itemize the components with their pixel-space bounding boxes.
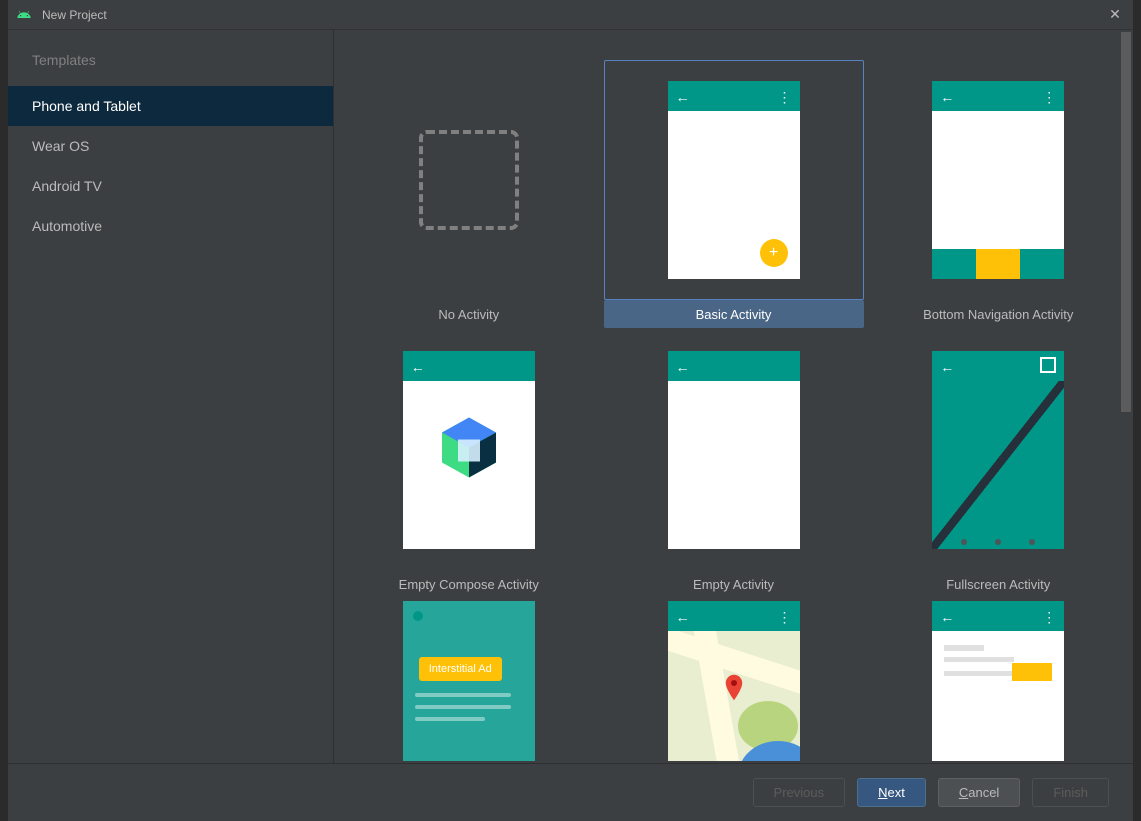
close-icon[interactable]: ✕ xyxy=(1105,6,1125,23)
footer: Previous Next Cancel Finish xyxy=(8,763,1133,821)
template-bottom-navigation-activity[interactable]: ← ⋮ Bottom Navigation Activity xyxy=(868,60,1128,330)
back-arrow-icon: ← xyxy=(940,609,954,625)
sidebar-item-label: Android TV xyxy=(32,178,102,194)
template-label: Bottom Navigation Activity xyxy=(868,300,1128,328)
template-interstitial-ad[interactable]: Interstitial Ad xyxy=(339,600,599,763)
titlebar: New Project ✕ xyxy=(8,0,1133,30)
cancel-button[interactable]: Cancel xyxy=(938,778,1020,807)
overflow-icon: ⋮ xyxy=(1042,89,1056,106)
template-empty-activity[interactable]: ← Empty Activity xyxy=(604,330,864,600)
template-grid-container: No Activity ← ⋮ + Basic Activity xyxy=(334,30,1133,763)
back-arrow-icon: ← xyxy=(676,359,690,375)
scrollbar[interactable] xyxy=(1119,30,1133,763)
window-title: New Project xyxy=(42,8,1105,22)
back-arrow-icon: ← xyxy=(411,359,425,375)
overflow-icon: ⋮ xyxy=(1042,609,1056,626)
sidebar-item-label: Wear OS xyxy=(32,138,89,154)
fullscreen-icon xyxy=(1040,357,1056,373)
sidebar-item-android-tv[interactable]: Android TV xyxy=(8,166,333,206)
back-arrow-icon: ← xyxy=(940,359,954,375)
template-label: No Activity xyxy=(339,300,599,328)
android-icon xyxy=(16,7,32,23)
back-arrow-icon: ← xyxy=(676,89,690,105)
new-project-dialog: New Project ✕ Templates Phone and Tablet… xyxy=(8,0,1133,821)
pager-dots-icon xyxy=(932,539,1064,545)
back-arrow-icon: ← xyxy=(940,89,954,105)
interstitial-ad-badge: Interstitial Ad xyxy=(419,657,502,681)
sidebar-item-wear-os[interactable]: Wear OS xyxy=(8,126,333,166)
compose-logo-icon xyxy=(442,418,496,483)
sidebar-header: Templates xyxy=(8,52,333,86)
sidebar: Templates Phone and Tablet Wear OS Andro… xyxy=(8,30,334,763)
no-activity-icon xyxy=(419,130,519,230)
template-label: Empty Compose Activity xyxy=(339,570,599,598)
template-login-activity[interactable]: ← ⋮ xyxy=(868,600,1128,763)
bottom-nav-bar-icon xyxy=(932,249,1064,279)
scrollbar-thumb[interactable] xyxy=(1121,32,1131,412)
template-fullscreen-activity[interactable]: ← Fullscreen Activity xyxy=(868,330,1128,600)
template-label: Empty Activity xyxy=(604,570,864,598)
sidebar-item-automotive[interactable]: Automotive xyxy=(8,206,333,246)
template-basic-activity[interactable]: ← ⋮ + Basic Activity xyxy=(604,60,864,330)
sidebar-item-label: Automotive xyxy=(32,218,102,234)
sidebar-item-phone-and-tablet[interactable]: Phone and Tablet xyxy=(8,86,333,126)
next-button[interactable]: Next xyxy=(857,778,926,807)
map-preview-icon xyxy=(668,631,800,761)
template-label: Fullscreen Activity xyxy=(868,570,1128,598)
previous-button[interactable]: Previous xyxy=(753,778,846,807)
template-google-maps-activity[interactable]: ← ⋮ xyxy=(604,600,864,763)
sidebar-item-label: Phone and Tablet xyxy=(32,98,141,114)
overflow-icon: ⋮ xyxy=(778,609,792,626)
template-empty-compose-activity[interactable]: ← Empty Com xyxy=(339,330,599,600)
back-arrow-icon: ← xyxy=(676,609,690,625)
action-button-icon xyxy=(1012,663,1052,681)
template-label: Basic Activity xyxy=(604,300,864,328)
fab-icon: + xyxy=(760,239,788,267)
template-no-activity[interactable]: No Activity xyxy=(339,60,599,330)
finish-button[interactable]: Finish xyxy=(1032,778,1109,807)
overflow-icon: ⋮ xyxy=(778,89,792,106)
